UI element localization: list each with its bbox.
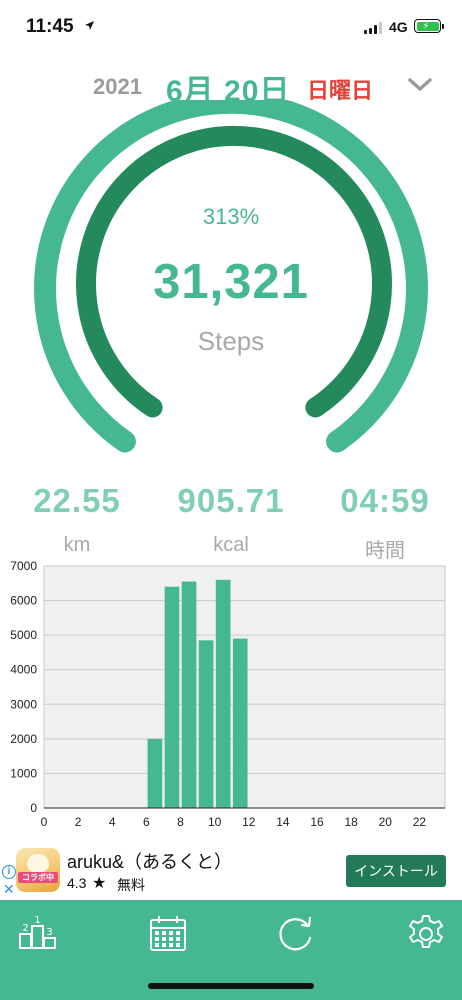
location-arrow-icon (85, 21, 94, 30)
x-tick-label: 4 (109, 815, 116, 829)
charging-bolt-icon: ⚡ (422, 20, 430, 32)
svg-text:1: 1 (34, 915, 40, 926)
ad-icon-tag: コラボ中 (18, 872, 58, 883)
y-tick-label: 3000 (10, 697, 37, 711)
status-time: 11:45 (26, 16, 74, 37)
chart-bar (215, 579, 231, 808)
stat-distance: 22.55 km (0, 482, 154, 557)
x-tick-label: 18 (344, 815, 358, 829)
step-count: 31,321 (153, 255, 309, 309)
x-tick-label: 16 (310, 815, 324, 829)
chart-bar (232, 638, 248, 808)
distance-value: 22.55 (33, 482, 121, 519)
ad-app-name[interactable]: aruku&（あるくと） (67, 848, 232, 874)
date-year: 2021 (93, 74, 142, 99)
ad-rating: 4.3 (67, 875, 87, 891)
x-tick-label: 14 (276, 815, 290, 829)
ad-info-icon[interactable]: i (2, 865, 16, 879)
y-tick-label: 4000 (10, 663, 37, 677)
ad-install-button[interactable]: インストール (346, 855, 446, 887)
step-unit: Steps (197, 326, 265, 356)
stat-calories: 905.71 kcal (154, 482, 308, 557)
y-tick-label: 2000 (10, 732, 37, 746)
y-tick-label: 1000 (10, 766, 37, 780)
status-bar: 11:45 4G ⚡ (0, 0, 462, 56)
cellular-signal-icon (364, 22, 382, 34)
y-tick-label: 5000 (10, 628, 37, 642)
x-tick-label: 6 (143, 815, 150, 829)
y-tick-label: 7000 (10, 559, 37, 573)
chart-bar (198, 640, 214, 808)
x-tick-label: 2 (75, 815, 82, 829)
duration-value: 04:59 (340, 482, 430, 519)
star-icon: ★ (92, 875, 107, 892)
ad-price: 無料 (117, 877, 145, 893)
calendar-icon[interactable] (146, 912, 190, 956)
x-tick-label: 20 (379, 815, 393, 829)
goal-percent: 313% (202, 204, 260, 229)
calories-unit: kcal (213, 534, 249, 556)
home-indicator (148, 983, 314, 989)
battery-icon: ⚡ (414, 19, 441, 33)
x-tick-label: 22 (413, 815, 427, 829)
ad-close-icon[interactable]: ✕ (3, 881, 15, 898)
chart-bar (164, 586, 180, 808)
y-tick-label: 6000 (10, 594, 37, 608)
ad-banner[interactable]: コラボ中 i ✕ aruku&（あるくと） 4.3 ★ 無料 インストール (0, 843, 462, 899)
calories-value: 905.71 (177, 482, 285, 519)
x-tick-label: 10 (208, 815, 222, 829)
y-tick-label: 0 (30, 801, 37, 815)
chart-bar (147, 738, 163, 808)
hourly-steps-chart[interactable]: 0 1000 2000 3000 4000 5000 6000 7000 0 2 4 6 8 10 12 14… (0, 556, 462, 832)
x-tick-label: 12 (242, 815, 256, 829)
chevron-down-icon[interactable] (406, 74, 434, 94)
distance-unit: km (63, 534, 91, 556)
ranking-icon[interactable]: 1 2 3 (16, 912, 60, 956)
step-gauge: 313% 31,321 Steps (0, 100, 462, 470)
stat-duration: 04:59 時間 (308, 482, 462, 563)
svg-text:2: 2 (22, 923, 28, 934)
svg-text:3: 3 (46, 927, 52, 938)
gear-icon[interactable] (404, 912, 448, 956)
refresh-icon[interactable] (273, 912, 317, 956)
x-tick-label: 0 (41, 815, 48, 829)
x-tick-label: 8 (177, 815, 184, 829)
chart-bar (181, 581, 197, 808)
network-type: 4G (389, 19, 408, 35)
ad-app-icon[interactable]: コラボ中 (16, 848, 60, 892)
